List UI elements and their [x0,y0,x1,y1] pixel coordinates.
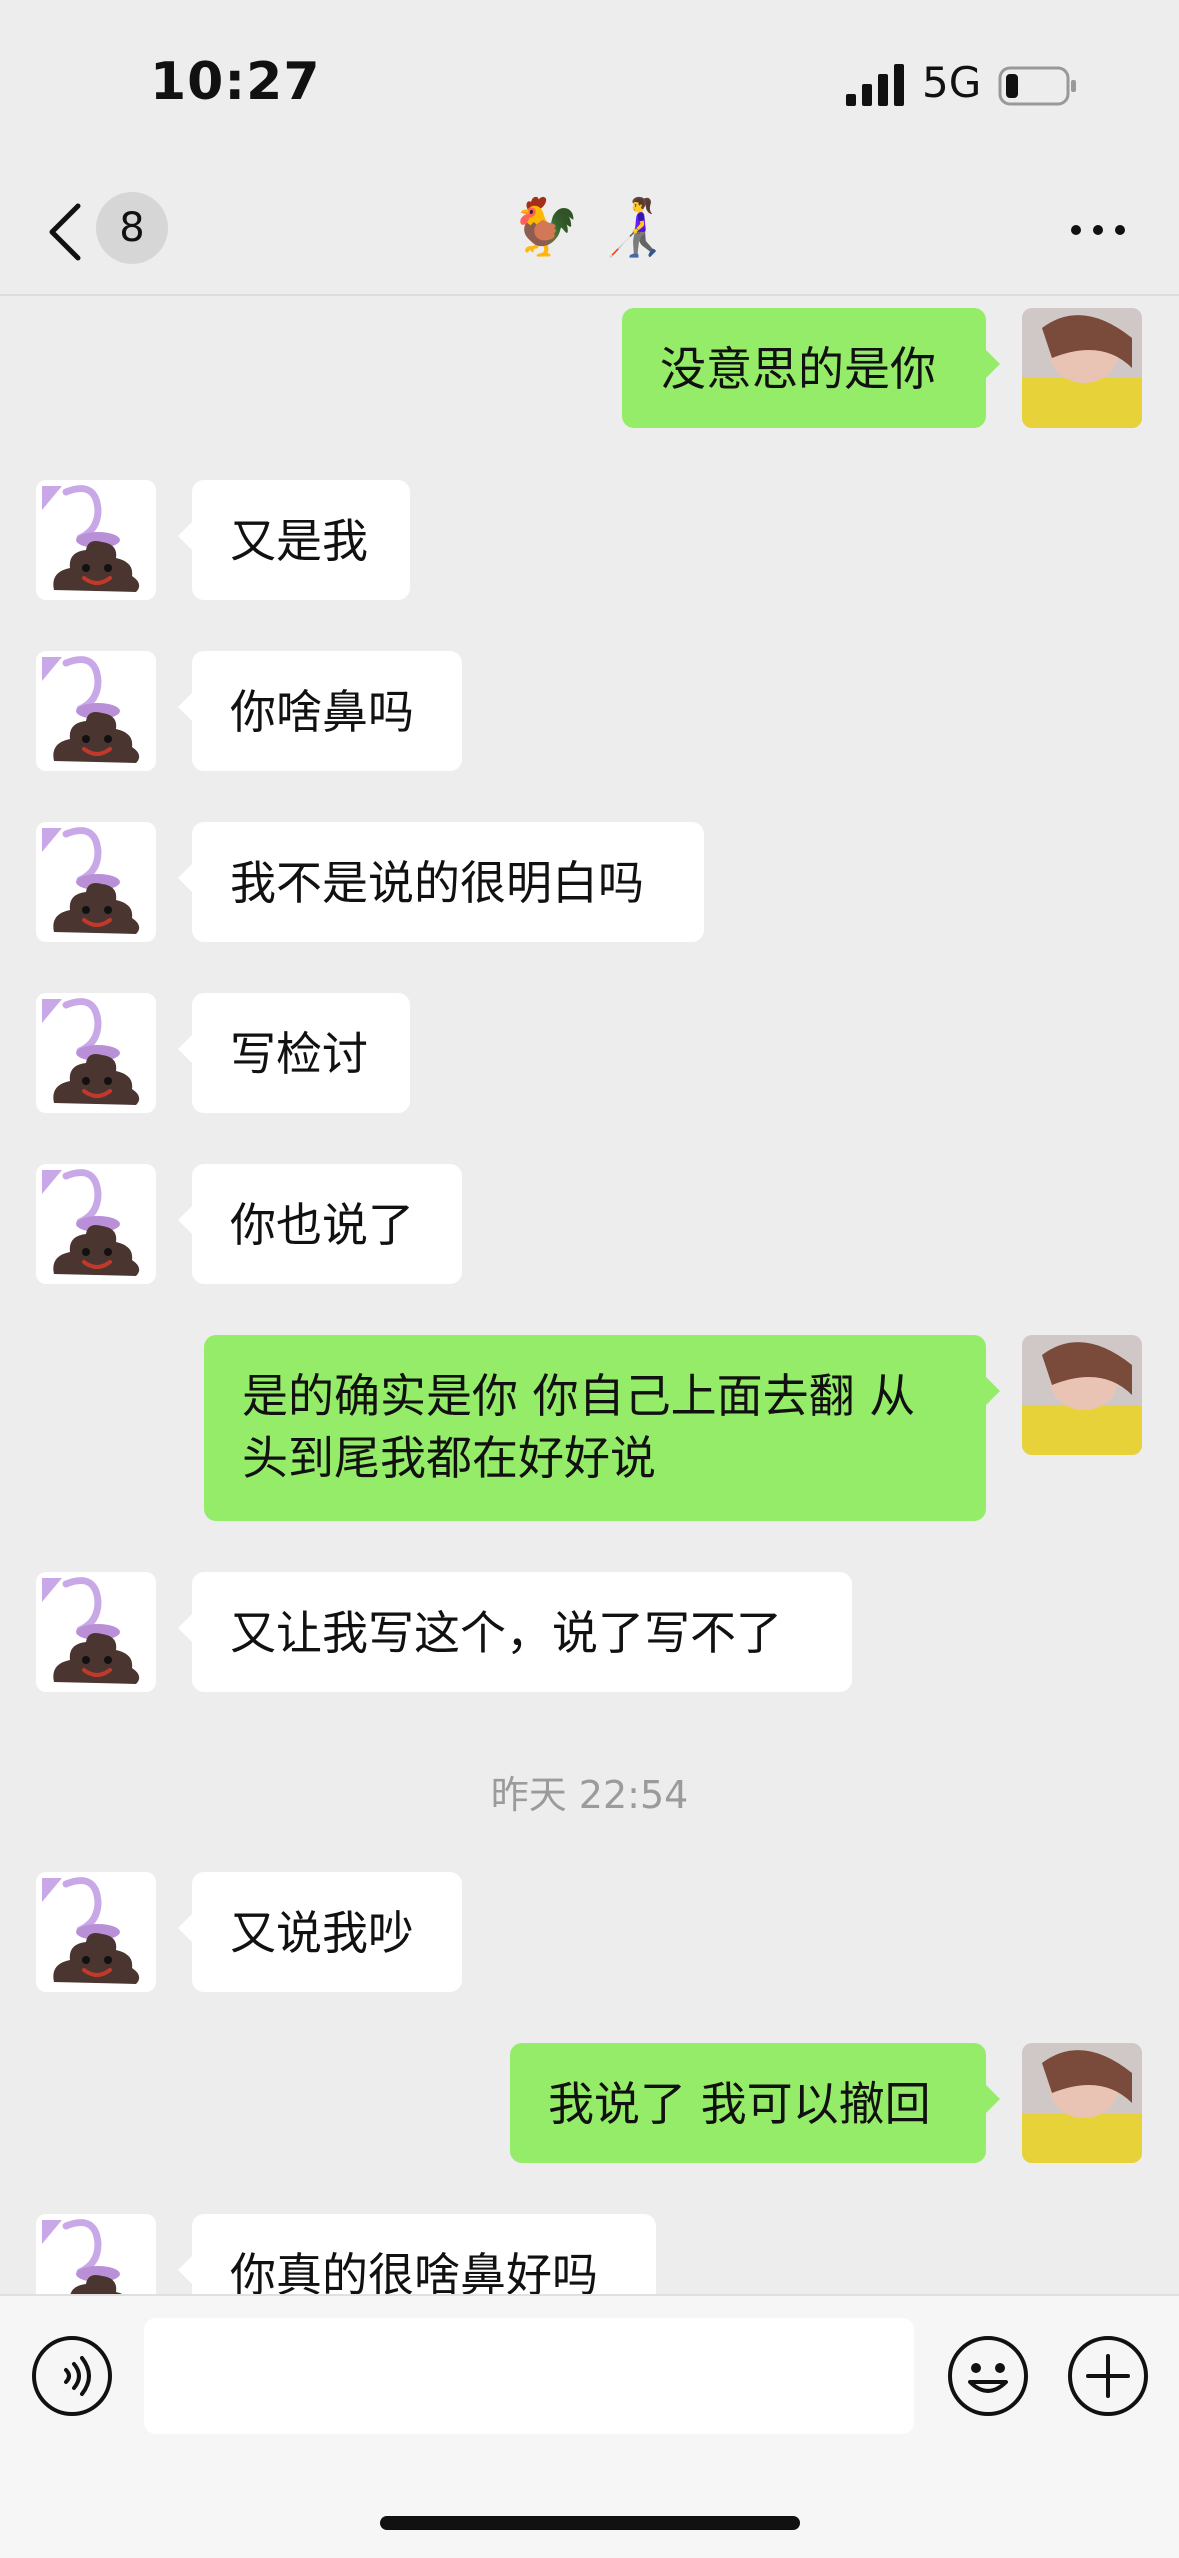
network-type: 5G [922,58,982,107]
contact-avatar[interactable] [36,1572,156,1692]
home-indicator[interactable] [380,2516,800,2530]
my-avatar[interactable] [1022,1335,1142,1455]
contact-avatar[interactable] [36,651,156,771]
contact-avatar[interactable] [36,1872,156,1992]
chat-title: 🐓 👩‍🦯 [510,195,669,260]
contact-avatar[interactable] [36,480,156,600]
battery-icon [998,66,1076,106]
input-bar [0,2294,1179,2558]
incoming-message[interactable]: 又让我写这个，说了写不了 [178,1572,852,1692]
message-input[interactable] [144,2318,914,2434]
voice-icon[interactable] [30,2334,114,2418]
my-avatar[interactable] [1022,2043,1142,2163]
contact-avatar[interactable] [36,1164,156,1284]
my-avatar[interactable] [1022,308,1142,428]
contact-avatar[interactable] [36,993,156,1113]
status-time: 10:27 [150,52,321,112]
signal-icon [846,64,904,106]
outgoing-message[interactable]: 没意思的是你 [622,308,1000,428]
outgoing-message[interactable]: 是的确实是你 你自己上面去翻 从头到尾我都在好好说 [204,1335,1000,1521]
contact-avatar[interactable] [36,822,156,942]
outgoing-message[interactable]: 我说了 我可以撤回 [510,2043,1000,2163]
incoming-message[interactable]: 又说我吵 [178,1872,462,1992]
message-timestamp: 昨天 22:54 [490,1773,689,1817]
chat-header: 8 🐓 👩‍🦯 [0,170,1179,296]
emoji-icon[interactable] [946,2334,1030,2418]
plus-icon[interactable] [1066,2334,1150,2418]
incoming-message[interactable]: 我不是说的很明白吗 [178,822,704,942]
incoming-message[interactable]: 写检讨 [178,993,410,1113]
incoming-message[interactable]: 你也说了 [178,1164,462,1284]
message-list[interactable]: 没意思的是你 又是我 你啥鼻吗 我不是说的很明白吗 写检讨 你也说了 是的确实是… [0,296,1179,2294]
incoming-message[interactable]: 又是我 [178,480,410,600]
contact-avatar[interactable] [36,2214,156,2294]
incoming-message[interactable]: 你啥鼻吗 [178,651,462,771]
incoming-message[interactable]: 你真的很啥鼻好吗 [178,2214,656,2294]
status-bar: 10:27 5G [0,0,1179,170]
more-dots-icon[interactable] [1068,220,1128,240]
